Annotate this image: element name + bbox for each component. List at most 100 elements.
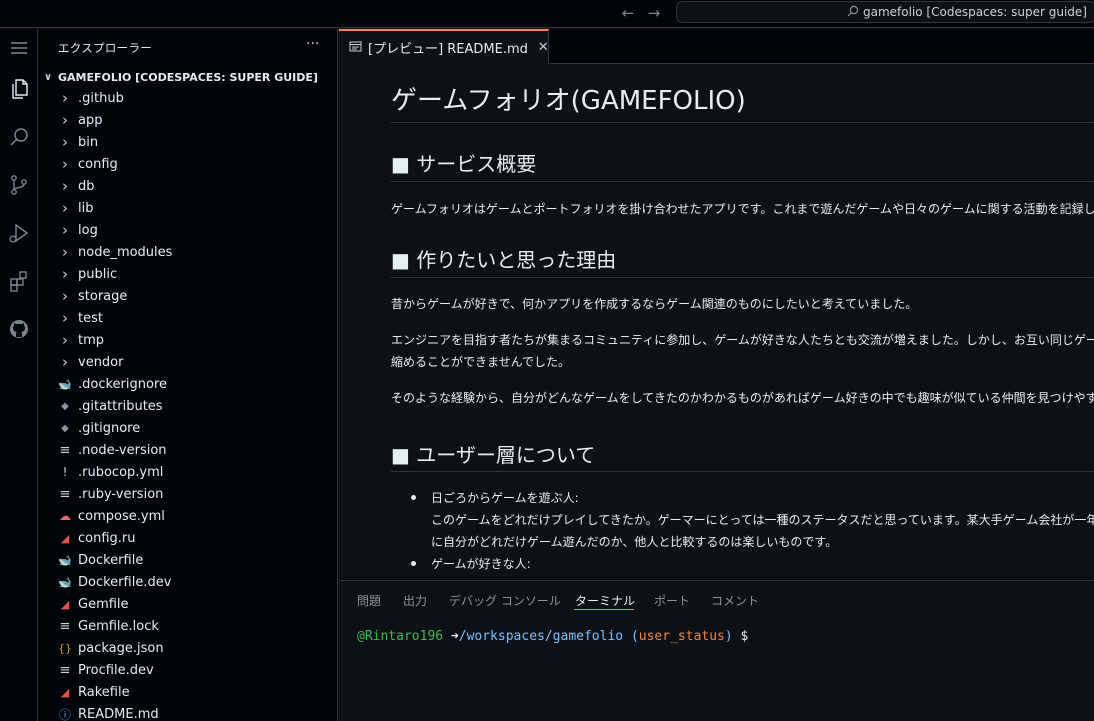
editor-area: [プレビュー] README.md ✕ ゲームフォリオ(GAMEFOLIO) ■… [339,29,1094,580]
docker-icon: 🐋 [58,575,72,589]
tab-comments[interactable]: コメント [711,592,759,609]
terminal-branch: user_status [638,629,725,644]
tree-item[interactable]: ◢ Rakefile [38,681,337,703]
tree-item[interactable]: › log [38,219,337,241]
tree-item-label: Procfile.dev [78,662,154,678]
text-file-icon: ≡ [59,486,71,502]
chevron-right-icon: › [62,331,68,349]
compose-icon: ☁ [59,509,71,523]
source-control-icon[interactable] [0,165,38,205]
list-item: 日ごろからゲームを遊ぶ人: [431,491,579,505]
workspace-root[interactable]: ∨ GAMEFOLIO [CODESPACES: SUPER GUIDE] [38,67,337,87]
explorer-icon[interactable] [0,69,38,109]
terminal-path: /workspaces/gamefolio [458,629,624,644]
tab-bar: [プレビュー] README.md ✕ [339,29,1094,64]
list-item-text: に自分がどれだけゲーム遊んだのか、他人と比較するのは楽しいものです。 [431,535,838,549]
section-heading-service: ■ サービス概要 [391,152,537,176]
tree-item[interactable]: ! .rubocop.yml [38,461,337,483]
tree-item[interactable]: {} package.json [38,637,337,659]
tree-item[interactable]: ≡ Procfile.dev [38,659,337,681]
arrow-right-icon[interactable]: → [645,4,663,22]
terminal-prompt[interactable]: @Rintaro196 ➜/workspaces/gamefolio (user… [357,629,748,644]
tree-item[interactable]: › tmp [38,329,337,351]
list-bullet [411,495,416,500]
workspace-root-label: GAMEFOLIO [CODESPACES: SUPER GUIDE] [58,70,318,84]
paragraph: ゲームフォリオはゲームとポートフォリオを掛け合わせたアプリです。これまで遊んだゲ… [391,202,1094,216]
heading-divider [391,181,1094,182]
tree-item[interactable]: › public [38,263,337,285]
more-actions-icon[interactable]: ··· [306,36,319,52]
json-icon: {} [58,641,72,655]
tree-item[interactable]: ◢ Gemfile [38,593,337,615]
tree-item-label: Gemfile [78,596,129,612]
tree-item-label: vendor [78,354,124,370]
tree-item[interactable]: ⓘ README.md [38,703,337,721]
arrow-left-icon[interactable]: ← [619,4,637,22]
tree-item[interactable]: › node_modules [38,241,337,263]
tree-item[interactable]: ◆ .gitattributes [38,395,337,417]
paragraph: 昔からゲームが好きで、何かアプリを作成するならゲーム関連のものにしたいと考えてい… [391,297,918,311]
menu-icon[interactable] [0,29,38,67]
tree-item[interactable]: › .github [38,87,337,109]
tab-readme-preview[interactable]: [プレビュー] README.md ✕ [339,29,549,64]
tree-item-label: db [78,178,95,194]
tree-item[interactable]: 🐋 Dockerfile.dev [38,571,337,593]
command-center[interactable]: gamefolio [Codespaces: super guide] [676,1,1094,23]
tree-item[interactable]: ≡ .node-version [38,439,337,461]
extensions-icon[interactable] [0,261,38,301]
tree-item[interactable]: › app [38,109,337,131]
docker-icon: 🐋 [58,553,72,567]
text-file-icon: ≡ [59,442,71,458]
close-icon[interactable]: ✕ [538,40,549,55]
github-icon[interactable] [0,309,38,349]
chevron-right-icon: › [62,287,68,305]
search-icon [847,2,859,22]
tree-item-label: public [78,266,118,282]
tree-item[interactable]: › config [38,153,337,175]
tree-item[interactable]: › test [38,307,337,329]
tree-item[interactable]: ≡ .ruby-version [38,483,337,505]
tree-item[interactable]: ≡ Gemfile.lock [38,615,337,637]
ruby-icon: ◢ [60,685,70,699]
git-icon: ◆ [61,422,69,434]
preview-heading-1: ゲームフォリオ(GAMEFOLIO) [391,86,746,116]
search-icon[interactable] [0,117,38,157]
heading-divider [391,471,1094,472]
tree-item[interactable]: › db [38,175,337,197]
tree-item[interactable]: › storage [38,285,337,307]
tree-item-label: .node-version [78,442,167,458]
tree-item[interactable]: ◢ config.ru [38,527,337,549]
tree-item[interactable]: ◆ .gitignore [38,417,337,439]
tree-item-label: log [78,222,98,238]
list-item-text: このゲームをどれだけプレイしてきたか。ゲーマーにとっては一種のステータスだと思っ… [431,513,1094,527]
tree-item-label: lib [78,200,94,216]
chevron-right-icon: › [62,199,68,217]
bottom-panel: 問題 出力 デバッグ コンソール ターミナル ポート コメント @Rintaro… [339,580,1094,721]
tab-problems[interactable]: 問題 [357,592,381,609]
tree-item-label: package.json [78,640,164,656]
tree-item[interactable]: › vendor [38,351,337,373]
paragraph: エンジニアを目指す者たちが集まるコミュニティに参加し、ゲームが好きな人たちとも交… [391,333,1094,347]
tree-item-label: .ruby-version [78,486,164,502]
tree-item-label: test [78,310,103,326]
tab-terminal[interactable]: ターミナル [575,592,635,609]
active-tab-indicator [574,609,634,610]
preview-icon [349,40,362,56]
sidebar-title: エクスプローラー [58,41,153,55]
tab-debug-console[interactable]: デバッグ コンソール [449,592,561,609]
list-bullet [411,561,416,566]
chevron-right-icon: › [62,89,68,107]
tab-ports[interactable]: ポート [654,592,690,609]
tab-label: [プレビュー] README.md [368,42,528,57]
tree-item[interactable]: 🐋 Dockerfile [38,549,337,571]
tree-item[interactable]: 🐋 .dockerignore [38,373,337,395]
text-file-icon: ≡ [59,662,71,678]
chevron-right-icon: › [62,353,68,371]
tree-item[interactable]: › bin [38,131,337,153]
git-icon: ◆ [61,400,69,412]
tree-item[interactable]: ☁ compose.yml [38,505,337,527]
tree-item[interactable]: › lib [38,197,337,219]
tab-output[interactable]: 出力 [403,592,427,609]
run-debug-icon[interactable] [0,213,38,253]
tree-item-label: app [78,112,103,128]
